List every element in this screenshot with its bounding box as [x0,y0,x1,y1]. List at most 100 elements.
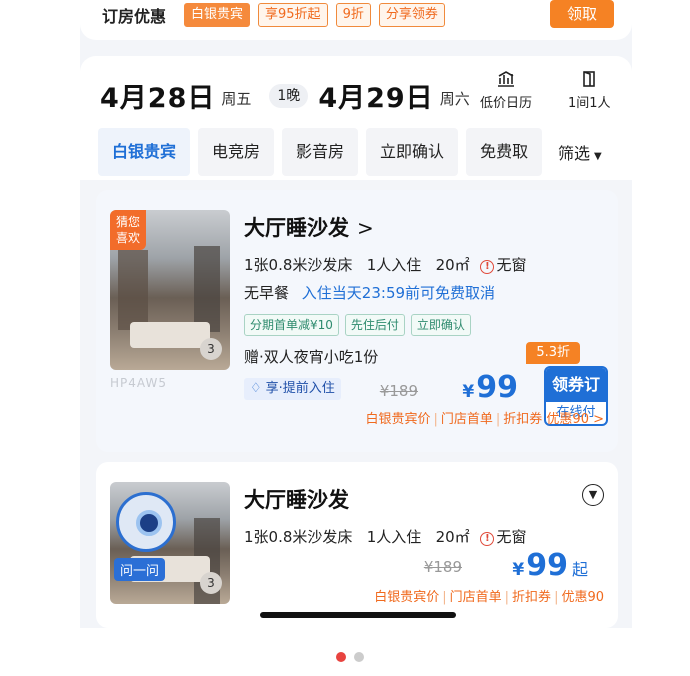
filter-label: 筛选 [558,144,591,163]
discount-total: 优惠90 [561,590,604,605]
currency-symbol: ¥ [512,560,525,580]
room-name[interactable]: 大厅睡沙发 [244,484,349,514]
currency-symbol: ¥ [462,382,475,402]
filter-chip-cinema[interactable]: 影音房 [282,128,359,176]
photo-count: 3 [200,338,222,360]
discount-breakdown[interactable]: 白银贵宾价 | 门店首单 | 折扣券 | 优惠90 [374,586,604,605]
room-name[interactable]: 大厅睡沙发 > [244,212,374,242]
page-dot[interactable] [354,652,364,662]
original-price: ¥189 [379,382,418,400]
separator: | [442,590,447,605]
hotel-room-list-screen: 订房优惠 白银贵宾 享95折起 9折 分享领券 领取 4月28日 周五 1晚 4… [80,0,632,628]
area-info: 20㎡ [435,528,470,546]
window-info: 无窗 [496,256,527,274]
area-info: 20㎡ [435,256,470,274]
low-price-calendar-button[interactable]: 低价日历 [480,70,532,111]
nights-badge: 1晚 [269,83,309,108]
guest-info: 1人入住 [366,256,422,274]
chevron-down-icon[interactable]: ▼ [582,484,604,506]
filter-chip-esports[interactable]: 电竞房 [198,128,275,176]
perk-instant-confirm: 立即确认 [410,314,471,336]
guests-label: 1间1人 [568,96,611,111]
breakfast-info: 无早餐 [244,284,290,302]
promo-title: 订房优惠 [102,7,167,26]
checkout-date[interactable]: 4月29日 [318,76,433,115]
alert-icon: ! [480,532,495,546]
filter-chips: 白银贵宾 电竞房 影音房 立即确认 免费取 [98,128,543,176]
original-price: ¥189 [423,558,462,576]
separator: | [554,590,559,605]
bed-info: 1张0.8米沙发床 [244,528,353,546]
room-policy: 无早餐 入住当天23:59前可免费取消 [244,282,495,303]
door-icon [583,71,596,87]
price-value: 99 [476,370,518,405]
photo-shelf [194,246,220,332]
discount-item: 白银贵宾价 [374,590,440,605]
cancel-policy: 入住当天23:59前可免费取消 [301,284,496,302]
room-photo[interactable]: 猜您 喜欢 3 [110,210,230,370]
caret-down-icon: ▼ [594,151,602,162]
claim-button[interactable]: 领取 [550,0,614,28]
price-suffix: 起 [571,560,588,579]
separator: | [433,412,438,427]
gift-info: 赠·双人夜宵小吃1份 [244,348,379,366]
room-code: HP4AW5 [110,376,167,390]
promo-bar: 订房优惠 白银贵宾 享95折起 9折 分享领券 领取 [80,0,632,40]
perk-pay-later: 先住后付 [344,314,405,336]
guest-info: 1人入住 [366,528,422,546]
perk-installment: 分期首单减¥10 [244,314,339,336]
photo-count: 3 [200,572,222,594]
discount-rate-tag: 5.3折 [526,342,580,364]
window-info: 无窗 [496,528,527,546]
discount-item: 门店首单 [449,590,502,605]
discount-item: 门店首单 [440,412,493,427]
robot-eye [136,510,162,536]
current-price: ¥99 [462,370,518,405]
promo-tag-vip: 白银贵宾 [184,3,251,27]
room-name-text: 大厅睡沙发 [244,216,349,240]
filter-chip-free-cancel[interactable]: 免费取 [466,128,543,176]
badge-text: 猜您 喜欢 [115,215,140,245]
discount-item: 折扣券 [503,412,543,427]
room-specs: 1张0.8米沙发床 1人入住 20㎡ ! 无窗 [244,526,526,547]
guess-you-like-badge: 猜您 喜欢 [110,210,146,250]
page-indicator [336,652,364,662]
room-card[interactable]: 问一问 3 大厅睡沙发 ▼ 1张0.8米沙发床 1人入住 20㎡ ! 无窗 ¥18… [96,462,618,628]
promo-tags: 白银贵宾 享95折起 9折 分享领券 [184,3,445,27]
home-indicator[interactable] [260,612,456,618]
checkin-date[interactable]: 4月28日 [100,76,215,115]
separator: | [495,412,501,427]
page-dot-active[interactable] [336,652,346,662]
promo-tag-90: 9折 [335,3,371,27]
bed-info: 1张0.8米沙发床 [244,256,353,274]
vip-benefit: ♢ 享·提前入住 [244,378,341,400]
filter-button[interactable]: 筛选 ▼ [558,140,602,164]
filter-chip-instant[interactable]: 立即确认 [366,128,459,176]
date-filter-panel: 4月28日 周五 1晚 4月29日 周六 低价日历 1间1人 白银贵宾 电竞房 … [80,56,632,180]
calendar-label: 低价日历 [480,96,533,111]
promo-tag-discount: 享95折起 [258,3,328,27]
perk-tags: 分期首单减¥10 先住后付 立即确认 [244,314,471,336]
separator: | [504,590,510,605]
checkin-weekday: 周五 [221,90,252,108]
room-guest-button[interactable]: 1间1人 [568,70,611,111]
filter-chip-vip[interactable]: 白银贵宾 [98,128,191,176]
photo-shelf [118,250,148,330]
price-value: 99 [526,548,568,583]
assistant-robot-icon[interactable] [116,492,176,552]
alert-icon: ! [480,260,495,274]
room-photo[interactable]: 问一问 3 [110,482,230,604]
book-label: 领券订 [546,368,606,402]
vip-label: 享·提前入住 [265,381,335,396]
checkout-weekday: 周六 [439,90,470,108]
discount-total: 优惠90 > [546,412,604,427]
discount-item: 折扣券 [512,590,552,605]
date-selector[interactable]: 4月28日 周五 1晚 4月29日 周六 [100,76,470,115]
discount-item: 白银贵宾价 [365,412,431,427]
room-card[interactable]: 猜您 喜欢 3 HP4AW5 大厅睡沙发 > 1张0.8米沙发床 1人入住 20㎡… [96,190,618,452]
current-price: ¥99 起 [512,548,588,583]
photo-sofa [130,322,210,348]
discount-breakdown[interactable]: 白银贵宾价 | 门店首单 | 折扣券 优惠90 > [365,408,604,427]
ask-button[interactable]: 问一问 [114,558,166,581]
calendar-chart-icon [498,71,514,87]
